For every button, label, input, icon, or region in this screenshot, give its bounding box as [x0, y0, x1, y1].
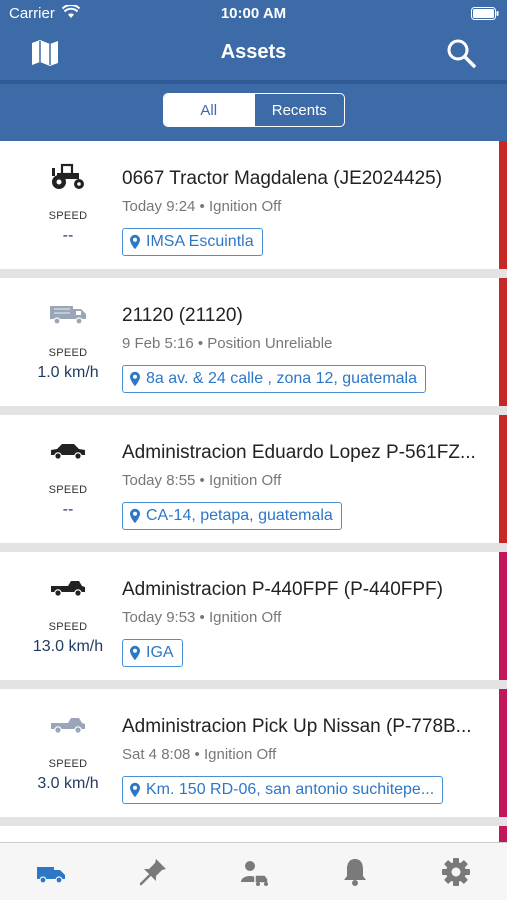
- location-pin-icon: [130, 234, 140, 250]
- asset-card[interactable]: SPEED 13.0 km/h Administracion P-440FPF …: [0, 552, 507, 680]
- asset-name: Administracion P-440FPF (P-440FPF): [122, 579, 443, 600]
- bell-tab-icon[interactable]: [338, 855, 372, 889]
- status-stripe: [499, 689, 507, 817]
- assets-tab-icon[interactable]: [34, 855, 68, 889]
- status-time: 10:00 AM: [220, 5, 287, 22]
- status-stripe: [499, 141, 507, 269]
- nav-divider: [0, 80, 507, 84]
- gear-tab-icon[interactable]: [439, 855, 473, 889]
- tractor-icon: [52, 163, 84, 189]
- speed-value: 1.0 km/h: [37, 364, 99, 381]
- speed-value: --: [62, 501, 74, 518]
- asset-name: Administracion Pick Up Nissan (P-778B...: [122, 716, 472, 737]
- location-button[interactable]: Km. 150 RD-06, san antonio suchitepe...: [122, 776, 444, 804]
- location-text: CA-14, petapa, guatemala: [146, 507, 333, 524]
- status-stripe: [499, 278, 507, 406]
- status-stripe: [499, 415, 507, 543]
- pickup-icon: [51, 581, 85, 597]
- asset-status: Today 9:53 • Ignition Off: [122, 609, 282, 626]
- location-pin-icon: [130, 645, 140, 661]
- pickup-icon: [51, 718, 85, 734]
- truck-icon: [50, 306, 86, 325]
- page-title: Assets: [220, 41, 287, 63]
- pin-tab-icon[interactable]: [136, 855, 170, 889]
- navigation-bar: Assets: [0, 28, 507, 80]
- asset-name: 21120 (21120): [122, 305, 243, 326]
- driver-tab-icon[interactable]: [237, 855, 271, 889]
- speed-label: SPEED: [48, 758, 88, 770]
- location-text: IGA: [146, 644, 174, 661]
- asset-name: Administracion Eduardo Lopez P-561FZ...: [122, 442, 476, 463]
- asset-card[interactable]: SPEED 1.0 km/h 21120 (21120) 9 Feb 5:16 …: [0, 278, 507, 406]
- asset-card[interactable]: SPEED 3.0 km/h Administracion Pick Up Ni…: [0, 689, 507, 817]
- speed-label: SPEED: [48, 621, 88, 633]
- speed-value: --: [62, 227, 74, 244]
- location-button[interactable]: 8a av. & 24 calle , zona 12, guatemala: [122, 365, 426, 393]
- location-button[interactable]: IGA: [122, 639, 183, 667]
- asset-card[interactable]: SPEED -- 0667 Tractor Magdalena (JE20244…: [0, 141, 507, 269]
- speed-label: SPEED: [48, 347, 88, 359]
- tab-bar: [0, 842, 507, 900]
- filter-segmented-control: All Recents: [163, 93, 345, 127]
- location-button[interactable]: IMSA Escuintla: [122, 228, 263, 256]
- speed-value: 3.0 km/h: [37, 775, 99, 792]
- location-pin-icon: [130, 371, 140, 387]
- asset-status: Sat 4 8:08 • Ignition Off: [122, 746, 277, 763]
- location-pin-icon: [130, 508, 140, 524]
- speed-label: SPEED: [48, 484, 88, 496]
- asset-status: Today 9:24 • Ignition Off: [122, 198, 282, 215]
- battery-icon: [471, 7, 499, 20]
- location-text: 8a av. & 24 calle , zona 12, guatemala: [146, 370, 417, 387]
- location-button[interactable]: CA-14, petapa, guatemala: [122, 502, 342, 530]
- asset-card[interactable]: SPEED -- Administracion Eduardo Lopez P-…: [0, 415, 507, 543]
- location-text: IMSA Escuintla: [146, 233, 254, 250]
- asset-status: Today 8:55 • Ignition Off: [122, 472, 282, 489]
- speed-label: SPEED: [48, 210, 88, 222]
- segment-recents[interactable]: Recents: [253, 94, 345, 126]
- location-text: Km. 150 RD-06, san antonio suchitepe...: [146, 781, 435, 798]
- asset-name: 0667 Tractor Magdalena (JE2024425): [122, 168, 443, 189]
- search-icon[interactable]: [445, 37, 477, 69]
- status-stripe: [499, 552, 507, 680]
- speed-value: 13.0 km/h: [32, 638, 104, 655]
- segment-all[interactable]: All: [164, 94, 254, 126]
- asset-status: 9 Feb 5:16 • Position Unreliable: [122, 335, 333, 352]
- location-pin-icon: [130, 782, 140, 798]
- app-header: Carrier 10:00 AM Assets All Recents: [0, 0, 507, 141]
- car-icon: [51, 444, 85, 460]
- status-bar: Carrier 10:00 AM: [0, 0, 507, 28]
